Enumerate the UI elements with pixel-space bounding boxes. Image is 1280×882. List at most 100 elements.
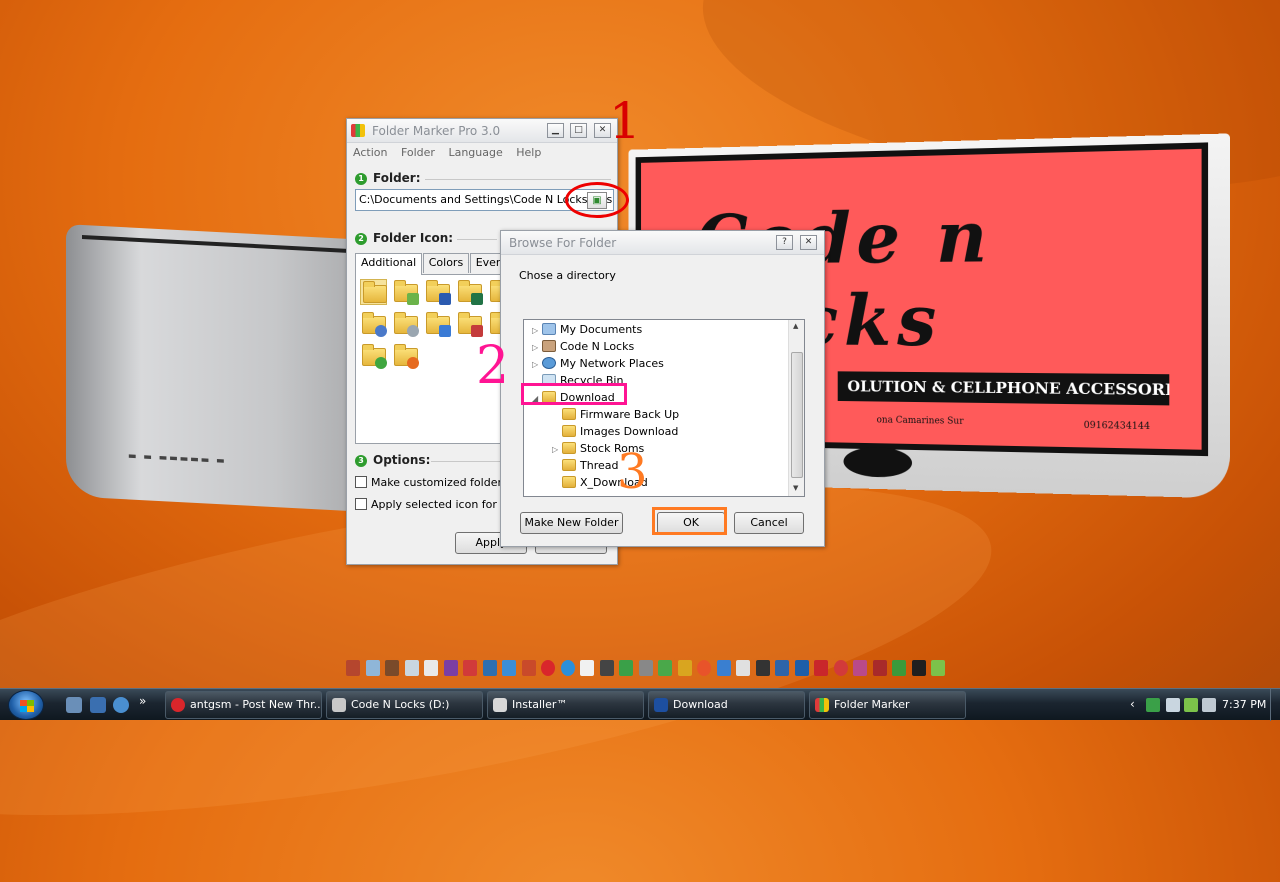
dock-app-icon[interactable]	[853, 660, 867, 676]
folder-marker-titlebar[interactable]: Folder Marker Pro 3.0 ▁ □ ✕	[347, 119, 617, 143]
tree-item-network-places[interactable]: ▷ My Network Places	[532, 355, 664, 372]
show-desktop-icon[interactable]	[66, 697, 82, 713]
dock-app-icon[interactable]	[385, 660, 399, 676]
dialog-close-button[interactable]: ✕	[800, 235, 817, 250]
dock-app-icon[interactable]	[638, 660, 653, 676]
folder-icon	[654, 698, 668, 712]
option-distinctive-checkbox[interactable]	[355, 476, 367, 488]
folder-icon	[562, 442, 576, 454]
dock-app-icon[interactable]	[931, 660, 945, 676]
start-button[interactable]	[8, 690, 44, 720]
task-download[interactable]: Download	[648, 691, 805, 719]
tray-app-icon[interactable]	[1146, 698, 1160, 712]
folder-icon-plain-selected[interactable]	[360, 279, 387, 305]
make-new-folder-button[interactable]: Make New Folder	[520, 512, 623, 534]
quicklaunch-app-icon[interactable]	[90, 697, 106, 713]
task-folder-marker[interactable]: Folder Marker	[809, 691, 966, 719]
folder-icon-firefox[interactable]	[392, 343, 419, 369]
maximize-button[interactable]: □	[570, 123, 587, 138]
dock-app-icon[interactable]	[716, 660, 731, 676]
folder-icon-flower[interactable]	[360, 343, 387, 369]
cancel-button[interactable]: Cancel	[734, 512, 804, 534]
folder-icon-search[interactable]	[424, 311, 451, 337]
scroll-down-icon[interactable]: ▼	[793, 484, 798, 492]
quicklaunch-browser-icon[interactable]	[113, 697, 129, 713]
dock-app-icon[interactable]	[892, 660, 906, 676]
tree-scrollbar[interactable]: ▲ ▼	[788, 320, 804, 496]
folder-icon-disc[interactable]	[392, 311, 419, 337]
dock-photoshop-icon[interactable]	[482, 660, 497, 676]
dock-app-icon[interactable]	[560, 660, 575, 676]
drive-icon	[332, 698, 346, 712]
tray-expand-icon[interactable]: ‹	[1130, 697, 1135, 711]
tree-item-my-documents[interactable]: ▷ My Documents	[532, 321, 642, 338]
task-opera[interactable]: antgsm - Post New Thr...	[165, 691, 322, 719]
dock-app-icon[interactable]	[833, 660, 848, 676]
dock-app-icon[interactable]	[424, 660, 438, 676]
dock-app-icon[interactable]	[872, 660, 887, 676]
folder-icon-word[interactable]	[424, 279, 451, 305]
dock-app-icon[interactable]	[814, 660, 828, 676]
minimize-button[interactable]: ▁	[547, 123, 564, 138]
dock-recycle-icon[interactable]	[365, 660, 380, 676]
tree-item-firmware-back-up[interactable]: Firmware Back Up	[552, 406, 679, 423]
folder-icon-globe[interactable]	[360, 311, 387, 337]
dock-app-icon[interactable]	[404, 660, 419, 676]
scroll-up-icon[interactable]: ▲	[793, 322, 798, 330]
dock-app-icon[interactable]	[911, 660, 926, 676]
folder-marker-app-icon	[351, 124, 365, 137]
folder-icon-pen[interactable]	[456, 311, 483, 337]
network-icon[interactable]	[1166, 698, 1180, 712]
dock-app-icon[interactable]	[463, 660, 477, 676]
browse-prompt: Chose a directory	[519, 269, 616, 282]
dock-app-icon[interactable]	[521, 660, 536, 676]
dock-app-icon[interactable]	[736, 660, 750, 676]
annotation-box-download	[521, 383, 627, 405]
clock[interactable]: 7:37 PM	[1222, 698, 1266, 711]
dock-app-icon[interactable]	[502, 660, 516, 676]
dock-opera-icon[interactable]	[541, 660, 555, 676]
browse-dialog-titlebar[interactable]: Browse For Folder ? ✕	[501, 231, 824, 255]
folder-icon-users[interactable]	[392, 279, 419, 305]
show-desktop-button[interactable]	[1270, 689, 1280, 721]
option-subfolders-checkbox[interactable]	[355, 498, 367, 510]
menu-folder[interactable]: Folder	[401, 146, 435, 159]
tree-item-images-download[interactable]: Images Download	[552, 423, 678, 440]
dock-app-icon[interactable]	[794, 660, 809, 676]
dock-app-icon[interactable]	[443, 660, 458, 676]
dock-app-icon[interactable]	[580, 660, 594, 676]
dock-app-icon[interactable]	[775, 660, 789, 676]
folder-tree: ▷ My Documents ▷ Code N Locks ▷ My Network …	[523, 319, 805, 497]
tree-item-code-n-locks[interactable]: ▷ Code N Locks	[532, 338, 634, 355]
folder-icon-excel[interactable]	[456, 279, 483, 305]
help-button[interactable]: ?	[776, 235, 793, 250]
dock-app-icon[interactable]	[599, 660, 614, 676]
dock-app-icon[interactable]	[677, 660, 692, 676]
folder-icon	[562, 408, 576, 420]
divider	[431, 461, 501, 462]
dock-app-icon[interactable]	[755, 660, 770, 676]
tab-colors[interactable]: Colors	[422, 253, 470, 273]
my-documents-icon	[542, 323, 556, 335]
task-code-n-locks-drive[interactable]: Code N Locks (D:)	[326, 691, 483, 719]
menu-help[interactable]: Help	[516, 146, 541, 159]
volume-icon[interactable]	[1202, 698, 1216, 712]
scrollbar-thumb[interactable]	[791, 352, 803, 478]
tab-additional[interactable]: Additional	[355, 253, 423, 275]
signal-icon[interactable]	[1184, 698, 1198, 712]
wallpaper-phone: 09162434144	[1083, 420, 1151, 433]
task-installer[interactable]: Installer™	[487, 691, 644, 719]
folder-icon	[562, 459, 576, 471]
windows-logo-icon	[20, 700, 34, 712]
annotation-step-3: 3	[617, 444, 648, 500]
dock-app-icon[interactable]	[346, 660, 360, 676]
user-folder-icon	[542, 340, 556, 352]
quicklaunch-overflow-icon[interactable]: »	[139, 694, 146, 708]
menu-action[interactable]: Action	[353, 146, 387, 159]
menu-language[interactable]: Language	[448, 146, 502, 159]
dock-app-icon[interactable]	[697, 660, 711, 676]
tree-item-thread[interactable]: Thread	[552, 457, 618, 474]
dock-app-icon[interactable]	[619, 660, 633, 676]
network-places-icon	[542, 357, 556, 369]
dock-app-icon[interactable]	[658, 660, 672, 676]
